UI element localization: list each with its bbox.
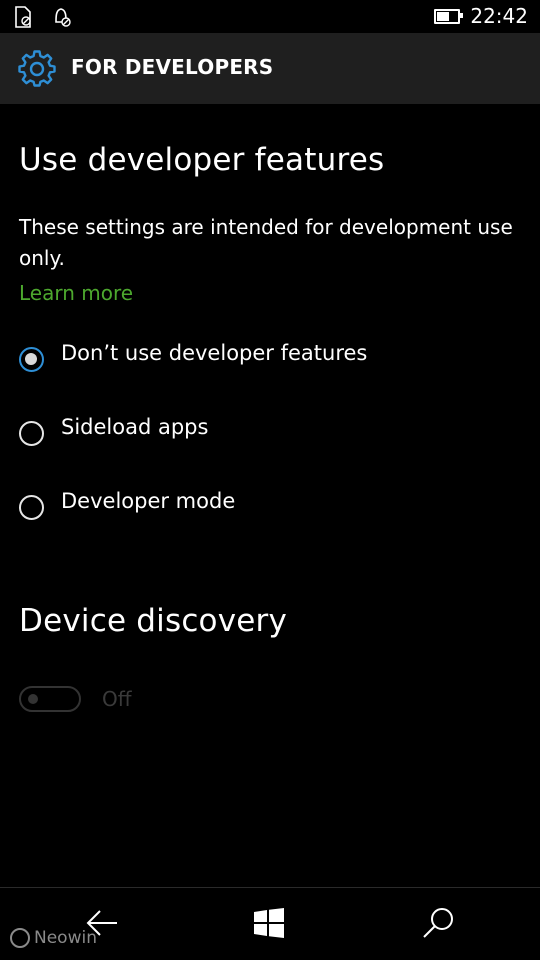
section-description: These settings are intended for developm… (19, 215, 513, 270)
radio-label: Don’t use developer features (61, 341, 368, 365)
section-heading-developer-features: Use developer features (19, 142, 385, 178)
radio-label: Developer mode (61, 489, 236, 513)
learn-more-link[interactable]: Learn more (19, 281, 133, 305)
radio-option-sideload[interactable]: Sideload apps (19, 415, 208, 446)
page-title: FOR DEVELOPERS (71, 55, 274, 79)
radio-button-checked[interactable] (19, 347, 44, 372)
search-icon[interactable] (422, 906, 456, 944)
navigation-bar: Neowin (0, 887, 540, 960)
windows-logo-icon[interactable] (254, 908, 284, 942)
radio-option-developer-mode[interactable]: Developer mode (19, 489, 235, 520)
device-discovery-toggle[interactable] (19, 686, 81, 712)
status-bar: 22:42 (0, 0, 540, 33)
radio-button[interactable] (19, 421, 44, 446)
device-discovery-toggle-row: Off (19, 686, 132, 712)
back-arrow-icon[interactable] (85, 906, 119, 944)
watermark: Neowin (10, 928, 97, 948)
toggle-state-label: Off (102, 687, 132, 711)
battery-level (437, 11, 450, 21)
section-heading-device-discovery: Device discovery (19, 603, 288, 639)
battery-icon (434, 8, 464, 24)
gear-icon (18, 50, 56, 88)
radio-button[interactable] (19, 495, 44, 520)
status-right: 22:42 (434, 4, 528, 28)
notification-icon (52, 6, 72, 32)
page-header: FOR DEVELOPERS (0, 33, 540, 104)
toggle-knob (28, 694, 38, 704)
neowin-logo-icon (10, 928, 30, 948)
sim-icon (14, 6, 32, 32)
status-left-icons (14, 6, 72, 32)
radio-option-dont-use[interactable]: Don’t use developer features (19, 341, 367, 372)
clock: 22:42 (470, 4, 528, 28)
radio-label: Sideload apps (61, 415, 209, 439)
